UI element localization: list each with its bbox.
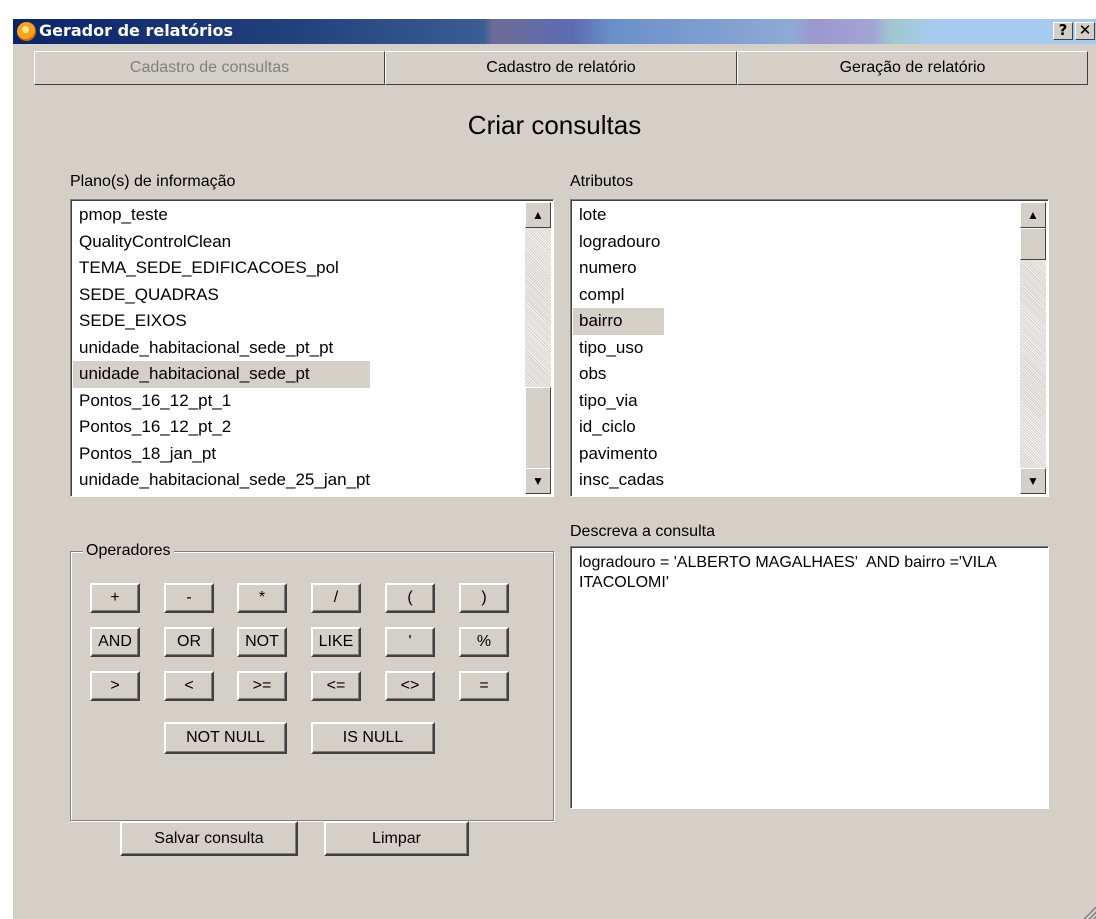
arrow-up-icon: ▲ (532, 208, 544, 222)
op-equal-button[interactable]: = (459, 671, 509, 701)
tab-cadastro-relatorio[interactable]: Cadastro de relatório (385, 51, 737, 85)
save-query-button[interactable]: Salvar consulta (120, 821, 298, 856)
layer-list-item[interactable]: SEDE_QUADRAS (73, 282, 370, 309)
help-button[interactable]: ? (1053, 22, 1073, 40)
op-percent-button[interactable]: % (459, 627, 509, 657)
layer-list-item[interactable]: Pontos_16_12_pt_1 (73, 388, 370, 415)
attribute-list-item[interactable]: numero (573, 255, 664, 282)
op-divide-button[interactable]: / (311, 583, 361, 613)
op-quote-button[interactable]: ' (385, 627, 435, 657)
attribute-list-item[interactable]: tipo_uso (573, 335, 664, 362)
op-less-button[interactable]: < (164, 671, 214, 701)
op-open-paren-button[interactable]: ( (385, 583, 435, 613)
attribute-list-item[interactable]: compl (573, 282, 664, 309)
op-multiply-button[interactable]: * (237, 583, 287, 613)
op-greater-button[interactable]: > (90, 671, 140, 701)
op-not-null-button[interactable]: NOT NULL (164, 722, 287, 754)
layers-scroll-down-button[interactable]: ▼ (525, 468, 551, 494)
op-like-button[interactable]: LIKE (311, 627, 361, 657)
attribute-list-item[interactable]: bairro (573, 308, 665, 335)
arrow-up-icon: ▲ (1027, 208, 1039, 222)
op-or-button[interactable]: OR (164, 627, 214, 657)
title-bar: Gerador de relatórios ? ✕ (13, 19, 1096, 44)
op-plus-button[interactable]: + (90, 583, 140, 613)
layer-list-item[interactable]: Pontos_18_jan_pt (73, 441, 370, 468)
arrow-down-icon: ▼ (532, 474, 544, 488)
layer-list-item[interactable]: unidade_habitacional_sede_pt (73, 361, 371, 388)
attributes-scrollbar[interactable]: ▲ ▼ (1020, 202, 1046, 494)
attributes-label: Atributos (570, 173, 634, 190)
query-textarea[interactable]: logradouro = 'ALBERTO MAGALHAES' AND bai… (570, 546, 1049, 809)
close-button[interactable]: ✕ (1075, 22, 1095, 40)
clear-button[interactable]: Limpar (324, 821, 469, 856)
layer-list-item[interactable]: Pontos_16_12_pt_2 (73, 414, 370, 441)
attributes-scroll-thumb[interactable] (1020, 228, 1046, 260)
layers-scroll-thumb[interactable] (525, 387, 551, 470)
attribute-list-item[interactable]: insc_cadas (573, 467, 664, 494)
layer-list-item[interactable]: TEMA_SEDE_EDIFICACOES_pol (73, 255, 370, 282)
op-is-null-button[interactable]: IS NULL (311, 722, 435, 754)
layers-list: pmop_teste QualityControlClean TEMA_SEDE_E… (73, 202, 371, 494)
tab-geracao-relatorio[interactable]: Geração de relatório (737, 51, 1088, 85)
attribute-list-item[interactable]: logradouro (573, 229, 664, 256)
attribute-list-item[interactable]: tipo_via (573, 388, 664, 415)
attributes-listbox[interactable]: lote logradouro numero compl bairro tipo_uso o… (570, 199, 1049, 497)
report-generator-window: Gerador de relatórios ? ✕ Cadastro de co… (13, 19, 1096, 919)
attributes-scroll-up-button[interactable]: ▲ (1020, 202, 1046, 228)
app-icon (17, 22, 36, 41)
layers-label: Plano(s) de informação (70, 173, 236, 190)
attributes-list: lote logradouro numero compl bairro tipo_uso o… (573, 202, 665, 494)
layer-list-item[interactable]: unidade_habitacional_sede_25_jan_pt (73, 467, 370, 494)
query-label: Descreva a consulta (570, 523, 715, 540)
page-title: Criar consultas (467, 110, 642, 140)
attribute-list-item[interactable]: id_ciclo (573, 414, 664, 441)
op-and-button[interactable]: AND (90, 627, 140, 657)
resize-grip[interactable] (1082, 905, 1096, 919)
op-close-paren-button[interactable]: ) (459, 583, 509, 613)
op-minus-button[interactable]: - (164, 583, 214, 613)
op-greater-equal-button[interactable]: >= (237, 671, 287, 701)
layers-scroll-up-button[interactable]: ▲ (525, 202, 551, 228)
window-title: Gerador de relatórios (39, 21, 234, 40)
layers-listbox[interactable]: pmop_teste QualityControlClean TEMA_SEDE_E… (70, 199, 554, 497)
attributes-scroll-down-button[interactable]: ▼ (1020, 468, 1046, 494)
layer-list-item[interactable]: SEDE_EIXOS (73, 308, 370, 335)
attribute-list-item[interactable]: lote (573, 202, 664, 229)
layer-list-item[interactable]: pmop_teste (73, 202, 370, 229)
layers-scrollbar[interactable]: ▲ ▼ (525, 202, 551, 494)
op-not-button[interactable]: NOT (237, 627, 287, 657)
operators-label: Operadores (83, 541, 174, 561)
layer-list-item[interactable]: QualityControlClean (73, 229, 370, 256)
attribute-list-item[interactable]: obs (573, 361, 664, 388)
op-not-equal-button[interactable]: <> (385, 671, 435, 701)
arrow-down-icon: ▼ (1027, 474, 1039, 488)
op-less-equal-button[interactable]: <= (311, 671, 361, 701)
tab-cadastro-consultas[interactable]: Cadastro de consultas (34, 51, 385, 85)
layer-list-item[interactable]: unidade_habitacional_sede_pt_pt (73, 335, 370, 362)
attribute-list-item[interactable]: pavimento (573, 441, 664, 468)
